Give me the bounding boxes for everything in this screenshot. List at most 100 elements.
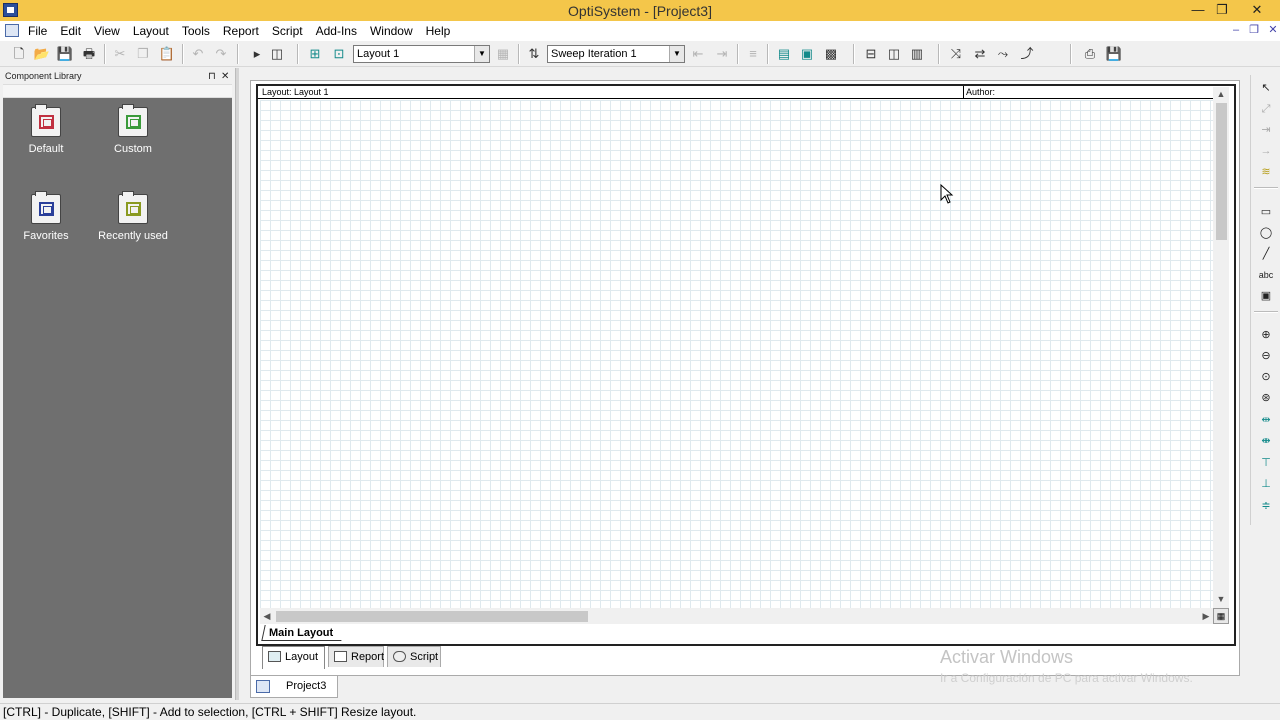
script-view-icon: [393, 651, 406, 662]
scroll-up-icon[interactable]: ▲: [1213, 87, 1229, 101]
mdi-restore-button[interactable]: ❐: [1246, 23, 1262, 38]
tab-script[interactable]: Script: [387, 646, 441, 667]
zoom-in-icon[interactable]: ⊕: [1258, 327, 1274, 343]
next-iteration-icon[interactable]: ⇥: [713, 45, 731, 63]
component-properties-icon[interactable]: ⊟: [862, 45, 880, 63]
add-layout-icon[interactable]: ⊞: [306, 45, 324, 63]
folder-recently-used[interactable]: Recently used: [93, 191, 173, 242]
align-icon[interactable]: ≡: [744, 45, 762, 63]
select-pointer-icon[interactable]: ↖: [1258, 80, 1274, 96]
close-icon[interactable]: ✕: [221, 70, 229, 83]
ellipse-icon[interactable]: ◯: [1258, 225, 1274, 241]
text-icon[interactable]: abc: [1258, 267, 1274, 283]
folder-default[interactable]: Default: [6, 104, 86, 155]
menu-report[interactable]: Report: [223, 24, 259, 38]
layout-select[interactable]: Layout 1 ▼: [353, 45, 490, 63]
disconnect-icon[interactable]: ⤴: [1018, 45, 1036, 63]
paste-icon[interactable]: 📋: [158, 45, 176, 63]
menu-window[interactable]: Window: [370, 24, 413, 38]
folder-custom[interactable]: Custom: [93, 104, 173, 155]
align-bottom-icon[interactable]: ≑: [1258, 498, 1274, 514]
scroll-left-icon[interactable]: ◀: [260, 608, 274, 624]
view-grid-icon[interactable]: ▤: [775, 45, 793, 63]
cut-icon[interactable]: ✂: [111, 45, 129, 63]
view-components-icon[interactable]: ▣: [798, 45, 816, 63]
rectangle-icon[interactable]: ▭: [1258, 204, 1274, 220]
previous-iteration-icon[interactable]: ⇤: [689, 45, 707, 63]
tab-report[interactable]: Report: [328, 646, 384, 667]
stop-icon[interactable]: ◫: [268, 45, 286, 63]
align-top-icon[interactable]: ⊤: [1258, 455, 1274, 471]
input-port-icon[interactable]: ⇥: [1258, 122, 1274, 138]
copy-icon[interactable]: ❐: [134, 45, 152, 63]
close-button[interactable]: ✕: [1244, 0, 1270, 20]
document-tab-project3[interactable]: Project3: [250, 676, 338, 698]
horizontal-scroll-thumb[interactable]: [276, 611, 588, 622]
menu-tools[interactable]: Tools: [182, 24, 210, 38]
document-icon[interactable]: [5, 24, 19, 37]
horizontal-scrollbar[interactable]: ◀ ▶: [260, 608, 1213, 624]
chevron-down-icon[interactable]: ▼: [669, 46, 684, 62]
component-library-search[interactable]: [3, 84, 232, 98]
print-icon[interactable]: 🖶: [80, 45, 98, 63]
menu-add-ins[interactable]: Add-Ins: [316, 24, 357, 38]
folder-label: Favorites: [23, 230, 69, 242]
status-bar: [CTRL] - Duplicate, [SHIFT] - Add to sel…: [0, 703, 1280, 720]
restore-button[interactable]: ❐: [1209, 0, 1235, 20]
open-icon[interactable]: 📂: [33, 45, 51, 63]
zoom-out-icon[interactable]: ⊖: [1258, 348, 1274, 364]
minimize-button[interactable]: —: [1185, 0, 1211, 20]
mdi-close-button[interactable]: ✕: [1265, 23, 1280, 38]
distribute-vertical-icon[interactable]: ⇼: [1258, 433, 1274, 449]
document-icon: [256, 680, 270, 693]
folder-favorites[interactable]: Favorites: [6, 191, 86, 242]
folder-label: Default: [28, 143, 64, 155]
zoom-window-icon[interactable]: ⊛: [1258, 390, 1274, 406]
image-icon[interactable]: ▣: [1258, 288, 1274, 304]
save-all-icon[interactable]: 💾: [1105, 45, 1123, 63]
menu-help[interactable]: Help: [426, 24, 451, 38]
layout-grid-canvas[interactable]: [260, 100, 1213, 608]
pin-icon[interactable]: ⊓: [208, 70, 216, 83]
output-port-icon[interactable]: →: [1258, 143, 1274, 159]
mdi-minimize-button[interactable]: –: [1228, 23, 1244, 38]
sweep-iteration-select[interactable]: Sweep Iteration 1 ▼: [547, 45, 685, 63]
export-icon[interactable]: ⎙: [1081, 45, 1099, 63]
panel-splitter[interactable]: [235, 68, 239, 700]
tab-main-layout[interactable]: Main Layout: [261, 625, 345, 641]
distribute-horizontal-icon[interactable]: ⇹: [1258, 412, 1274, 428]
run-icon[interactable]: ▸: [248, 45, 266, 63]
rotate-icon[interactable]: ⤨: [947, 45, 965, 63]
scroll-down-icon[interactable]: ▼: [1213, 592, 1229, 606]
connection-icon[interactable]: ≋: [1258, 164, 1274, 180]
save-icon[interactable]: 💾: [56, 45, 74, 63]
split-view-icon[interactable]: ◫: [885, 45, 903, 63]
new-icon[interactable]: 🗋: [10, 45, 28, 63]
zoom-fit-icon[interactable]: ⊙: [1258, 369, 1274, 385]
flip-icon[interactable]: ⇄: [971, 45, 989, 63]
chevron-down-icon[interactable]: ▼: [474, 46, 489, 62]
layout-settings-icon[interactable]: ▦: [494, 45, 512, 63]
menu-layout[interactable]: Layout: [133, 24, 169, 38]
vertical-scroll-thumb[interactable]: [1216, 103, 1227, 240]
menu-file[interactable]: File: [28, 24, 47, 38]
activation-watermark-subtitle: Ir a Configuración de PC para activar Wi…: [940, 671, 1193, 685]
line-icon[interactable]: ╱: [1258, 246, 1274, 262]
connect-icon[interactable]: ⤳: [994, 45, 1012, 63]
layout-view-icon: [268, 651, 281, 662]
menu-edit[interactable]: Edit: [60, 24, 81, 38]
navigator-icon[interactable]: ▦: [1213, 608, 1229, 624]
tab-layout[interactable]: Layout: [262, 646, 325, 669]
layout-icon[interactable]: ⊡: [330, 45, 348, 63]
resize-icon[interactable]: ⤢: [1258, 101, 1274, 117]
panel-view-icon[interactable]: ▥: [908, 45, 926, 63]
redo-icon[interactable]: ↷: [212, 45, 230, 63]
view-monitors-icon[interactable]: ▩: [822, 45, 840, 63]
menu-view[interactable]: View: [94, 24, 120, 38]
align-middle-icon[interactable]: ⊥: [1258, 476, 1274, 492]
menu-script[interactable]: Script: [272, 24, 303, 38]
sweep-icon[interactable]: ⇅: [525, 45, 543, 63]
undo-icon[interactable]: ↶: [189, 45, 207, 63]
scroll-right-icon[interactable]: ▶: [1199, 608, 1213, 624]
vertical-scrollbar[interactable]: ▲ ▼: [1213, 87, 1229, 608]
